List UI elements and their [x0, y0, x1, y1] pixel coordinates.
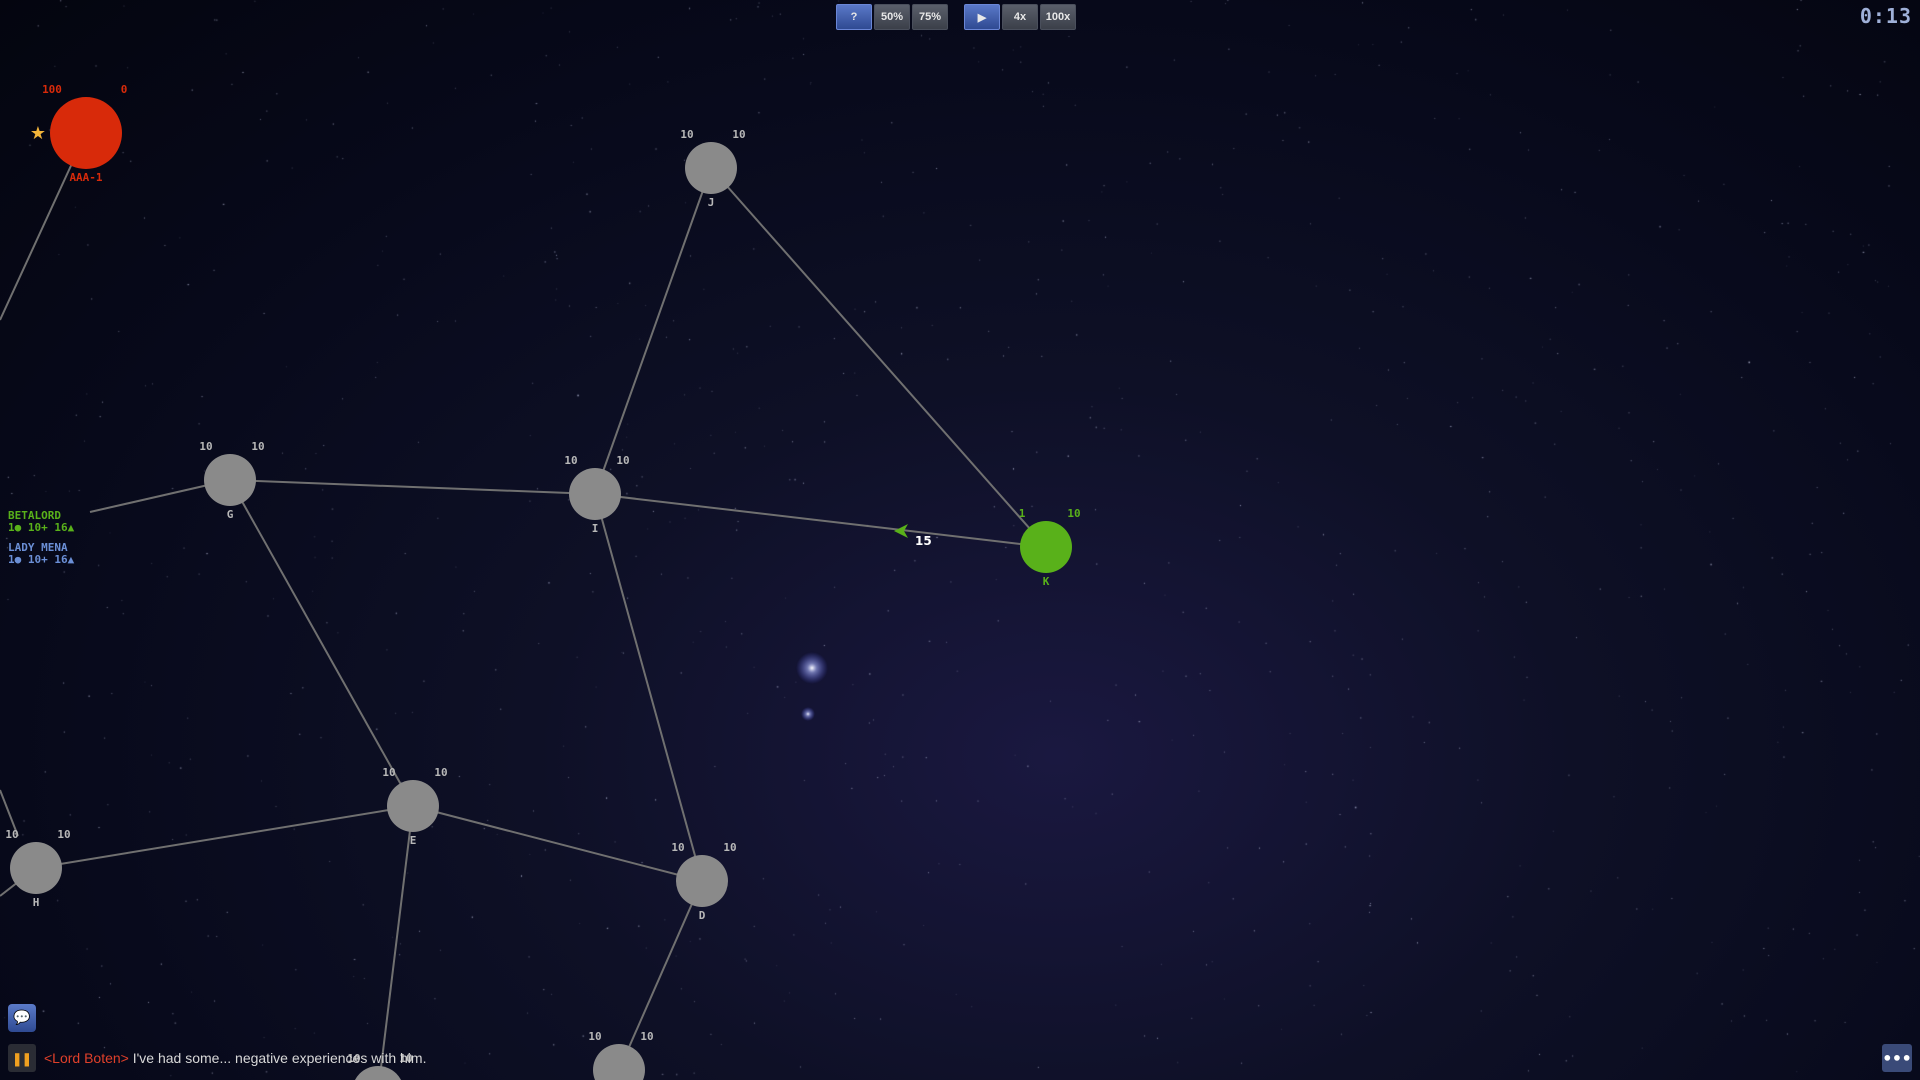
planet-body[interactable]	[676, 855, 728, 907]
player-entry: LADY MENA 1● 10+ 16▲	[8, 542, 74, 566]
player-entry: BETALORD 1● 10+ 16▲	[8, 510, 74, 534]
planet-e[interactable]: 10 10 E	[382, 766, 447, 847]
chat-message: <Lord Boten> I've had some... negative e…	[44, 1050, 426, 1066]
pause-icon: ❚❚	[12, 1048, 32, 1068]
planet-ship-count: 10	[5, 828, 18, 841]
fleet[interactable]: 15	[894, 524, 932, 548]
planet-production: 10	[251, 440, 264, 453]
hyperlane-E-D	[412, 805, 703, 882]
planet-h[interactable]: 10 10 H	[5, 828, 70, 909]
hyperlane-I-D	[594, 493, 703, 882]
menu-button[interactable]: •••	[1882, 1044, 1912, 1072]
planet-body[interactable]	[685, 142, 737, 194]
planet-production: 0	[121, 83, 128, 96]
planet-production: 10	[616, 454, 629, 467]
planet-production: 10	[732, 128, 745, 141]
chat-bubble-icon: 💬	[13, 1010, 31, 1026]
planet-ship-count: 10	[671, 841, 684, 854]
planet-i[interactable]: 10 10 I	[564, 454, 629, 535]
pause-button[interactable]: ❚❚	[8, 1044, 36, 1072]
galaxy-map[interactable]: 100 0AAA-1★ 10 10J10 10G10 10I1 10K10 10E10 10H1…	[0, 0, 1920, 1080]
hyperlane-J-K	[710, 167, 1047, 548]
planet-production: 10	[640, 1030, 653, 1043]
planet-label: H	[33, 896, 40, 909]
hyperlane-E-bottom-2	[378, 805, 414, 1080]
planet-ship-count: 10	[680, 128, 693, 141]
planet-ship-count: 100	[42, 83, 62, 96]
planet-ship-count: 10	[588, 1030, 601, 1043]
planet-body[interactable]	[1020, 521, 1072, 573]
planet-body[interactable]	[569, 468, 621, 520]
hyperlane-J-I	[594, 167, 712, 495]
planet-bottom-1[interactable]: 10 10	[588, 1030, 654, 1080]
hyperlane-I-K	[594, 493, 1047, 548]
planet-label: G	[227, 508, 234, 521]
planet-label: E	[410, 834, 417, 847]
planet-body[interactable]	[593, 1044, 645, 1080]
star-icon: ★	[30, 123, 46, 144]
planet-g[interactable]: 10 10 G	[199, 440, 264, 521]
planet-aaa-1[interactable]: 100 0 AAA-1 ★	[30, 83, 127, 184]
planet-d[interactable]: 10 10 D	[671, 841, 736, 922]
top-toolbar: ? 50% 75% ▶ 4x 100x	[836, 4, 1076, 30]
zoom-75-button[interactable]: 75%	[912, 4, 948, 30]
planet-label: D	[699, 909, 706, 922]
play-icon: ▶	[977, 11, 987, 24]
planet-production: 10	[434, 766, 447, 779]
planet-label: J	[708, 196, 715, 209]
hyperlane-D-bottom-1	[618, 880, 703, 1071]
planet-production: 10	[1067, 507, 1080, 520]
play-button[interactable]: ▶	[964, 4, 1000, 30]
planet-k[interactable]: 1 10 K	[1019, 507, 1081, 588]
planet-label: K	[1043, 575, 1050, 588]
player-stats: 1● 10+ 16▲	[8, 521, 75, 534]
chat-button[interactable]: 💬	[8, 1004, 36, 1032]
planet-label: AAA-1	[69, 171, 102, 184]
player-stats: 1● 10+ 16▲	[8, 553, 75, 566]
planet-body[interactable]	[204, 454, 256, 506]
planet-ship-count: 1	[1019, 507, 1026, 520]
planet-ship-count: 10	[564, 454, 577, 467]
planet-ship-count: 10	[382, 766, 395, 779]
planet-production: 10	[57, 828, 70, 841]
more-icon: •••	[1882, 1048, 1912, 1068]
hyperlane-G-E	[229, 479, 414, 807]
chat-text: I've had some... negative experiences wi…	[128, 1050, 427, 1066]
hyperlane-E-H	[35, 805, 414, 869]
planet-body[interactable]	[387, 780, 439, 832]
chat-speaker: <Lord Boten>	[44, 1050, 129, 1066]
fleet-ship-count: 15	[915, 534, 932, 548]
zoom-50-button[interactable]: 50%	[874, 4, 910, 30]
planet-body[interactable]	[352, 1066, 404, 1080]
planet-ship-count: 10	[199, 440, 212, 453]
help-button[interactable]: ?	[836, 4, 872, 30]
speed-4x-button[interactable]: 4x	[1002, 4, 1038, 30]
planet-body[interactable]	[10, 842, 62, 894]
hyperlane-G-I	[229, 479, 596, 495]
speed-100x-button[interactable]: 100x	[1040, 4, 1076, 30]
planet-production: 10	[723, 841, 736, 854]
planet-label: I	[592, 522, 599, 535]
planet-body[interactable]	[50, 97, 122, 169]
player-list: BETALORD 1● 10+ 16▲ LADY MENA 1● 10+ 16▲	[8, 510, 74, 574]
game-timer: 0:13	[1859, 4, 1912, 28]
